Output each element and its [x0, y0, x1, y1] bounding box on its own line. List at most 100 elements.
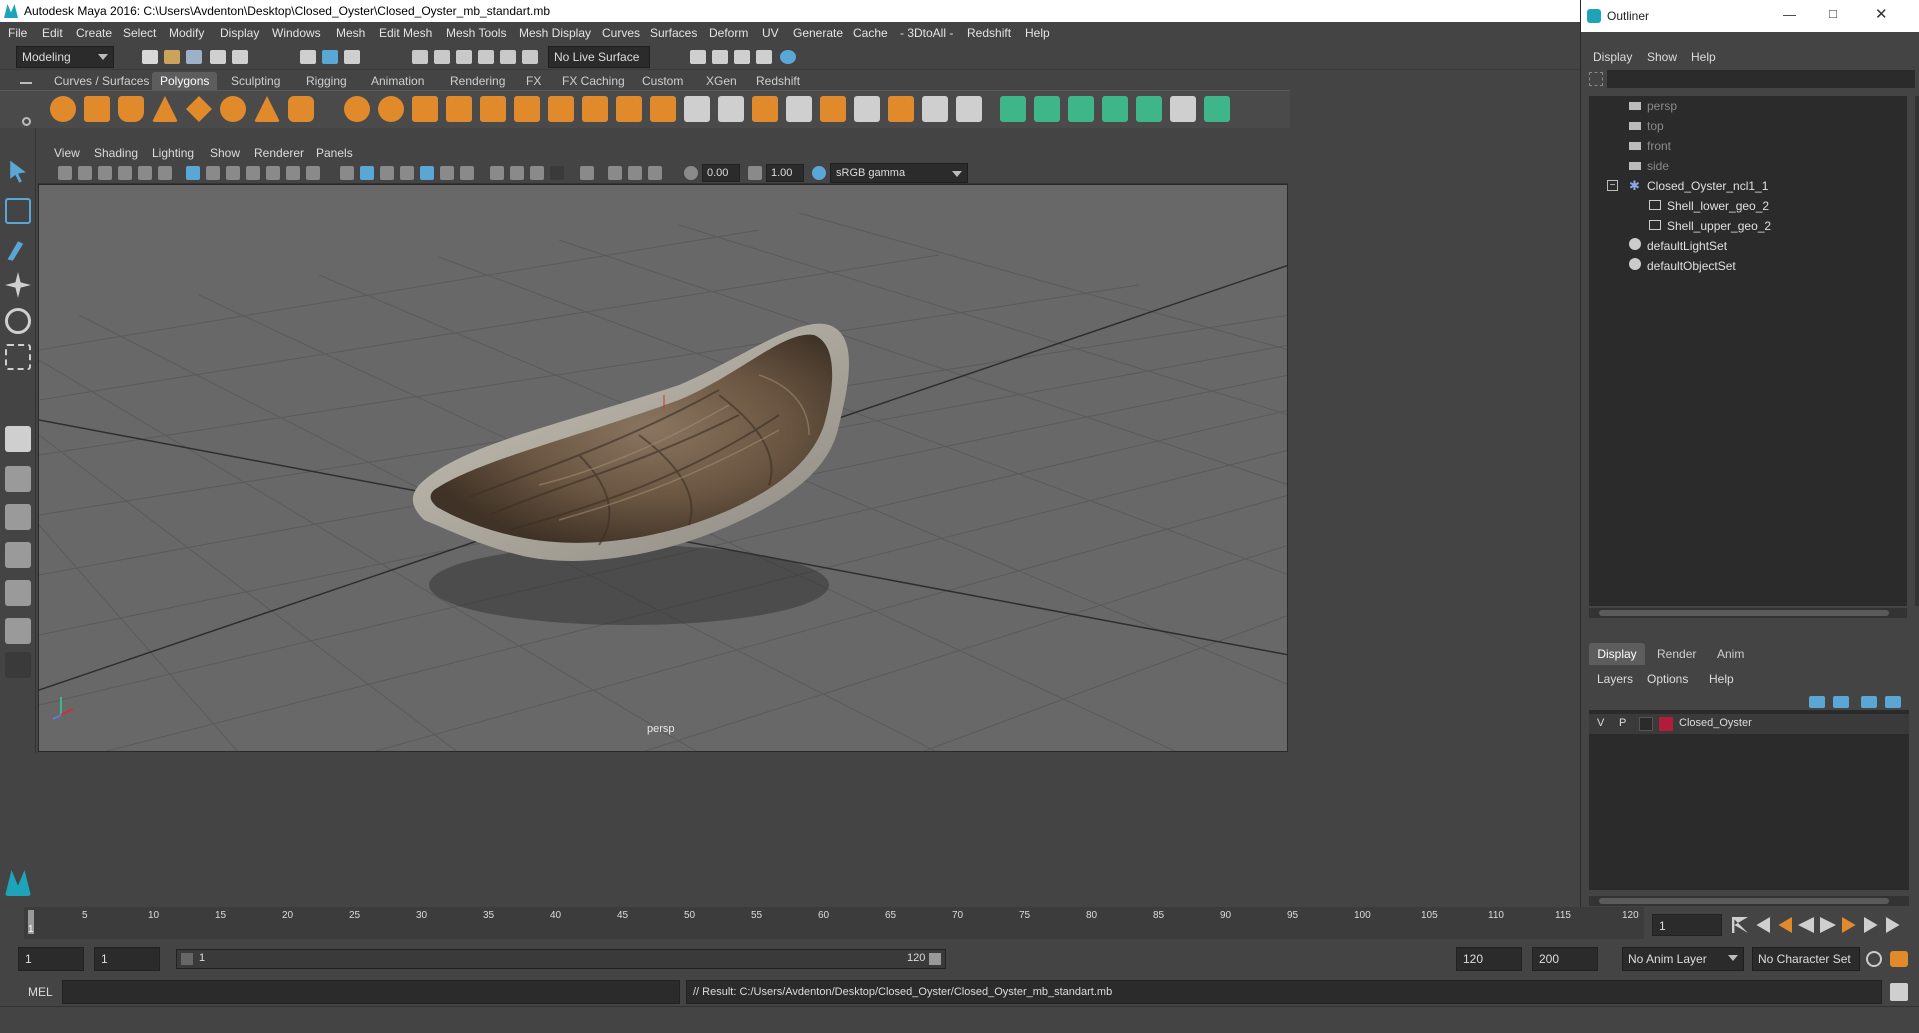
step-forward-key-icon[interactable] — [1864, 917, 1878, 933]
exposure-icon[interactable] — [684, 166, 698, 180]
live-surface-field[interactable]: No Live Surface — [548, 46, 650, 68]
step-back-frame-icon[interactable] — [1778, 917, 1792, 933]
layer-menu-layers[interactable]: Layers — [1597, 672, 1633, 686]
poke-icon[interactable] — [922, 96, 948, 122]
shadows-icon[interactable] — [460, 166, 474, 180]
redo-icon[interactable] — [232, 50, 248, 64]
tab-anim[interactable]: Anim — [1717, 643, 1744, 665]
multi-cut-icon[interactable] — [718, 96, 744, 122]
menu-curves[interactable]: Curves — [602, 26, 640, 40]
safe-title-icon[interactable] — [306, 166, 320, 180]
go-to-start-icon[interactable] — [1732, 917, 1748, 933]
extract-icon[interactable] — [412, 96, 438, 122]
menu-display[interactable]: Display — [220, 26, 259, 40]
snap-grid-icon[interactable] — [412, 50, 428, 64]
time-ruler[interactable] — [24, 907, 1644, 939]
play-backward-icon[interactable] — [1798, 917, 1814, 933]
menu-mesh[interactable]: Mesh — [336, 26, 365, 40]
outliner-vscrollbar[interactable] — [1915, 96, 1919, 606]
gate-mask-icon[interactable] — [246, 166, 260, 180]
menu-select[interactable]: Select — [123, 26, 156, 40]
field-chart-icon[interactable] — [266, 166, 280, 180]
depth-of-field-icon[interactable] — [550, 166, 564, 180]
range-slider[interactable]: 1 120 — [176, 949, 946, 969]
menu-file[interactable]: File — [8, 26, 27, 40]
menu-cache[interactable]: Cache — [853, 26, 888, 40]
image-plane-icon[interactable] — [118, 166, 132, 180]
command-input[interactable] — [62, 980, 680, 1004]
range-handle-start[interactable] — [181, 953, 193, 965]
shelf-tab-redshift[interactable]: Redshift — [748, 72, 808, 90]
resolution-gate-icon[interactable] — [226, 166, 240, 180]
filter-icon[interactable] — [1589, 72, 1603, 86]
save-scene-icon[interactable] — [186, 50, 202, 64]
anim-layer-dropdown[interactable]: No Anim Layer — [1622, 947, 1744, 971]
outliner-item-persp[interactable]: persp — [1629, 96, 1677, 116]
menu-edit-mesh[interactable]: Edit Mesh — [379, 26, 432, 40]
open-scene-icon[interactable] — [164, 50, 180, 64]
isolate-select-icon[interactable] — [580, 166, 594, 180]
menu-edit[interactable]: Edit — [42, 26, 63, 40]
camera-attr-icon[interactable] — [78, 166, 92, 180]
select-component-icon[interactable] — [344, 50, 360, 64]
bridge-icon[interactable] — [582, 96, 608, 122]
play-forward-icon[interactable] — [1820, 917, 1836, 933]
outliner-hscrollbar[interactable] — [1589, 608, 1907, 618]
vp-menu-show[interactable]: Show — [210, 146, 240, 160]
outliner-search-field[interactable] — [1607, 70, 1915, 88]
step-back-key-icon[interactable] — [1756, 917, 1770, 933]
hypershade-icon[interactable] — [756, 50, 772, 64]
shelf-tab-fx-caching[interactable]: FX Caching — [554, 72, 633, 90]
scrollbar-thumb[interactable] — [1599, 610, 1889, 616]
poly-pipe-icon[interactable] — [288, 96, 314, 122]
boolean-icon[interactable] — [480, 96, 506, 122]
menu-deform[interactable]: Deform — [709, 26, 748, 40]
menu-modify[interactable]: Modify — [169, 26, 204, 40]
anim-end-field[interactable]: 200 — [1532, 947, 1598, 971]
planar-map-icon[interactable] — [1000, 96, 1026, 122]
use-lights-icon[interactable] — [440, 166, 454, 180]
shelf-settings-icon[interactable] — [22, 117, 31, 126]
poly-torus-icon[interactable] — [220, 96, 246, 122]
cut-uv-icon[interactable] — [1204, 96, 1230, 122]
ipr-render-icon[interactable] — [712, 50, 728, 64]
step-forward-frame-icon[interactable] — [1842, 917, 1856, 933]
xray-components-icon[interactable] — [648, 166, 662, 180]
layer-visibility-toggle[interactable]: V — [1597, 717, 1604, 729]
outliner-item-default-light-set[interactable]: defaultLightSet — [1629, 236, 1727, 256]
shelf-menu-icon[interactable] — [20, 82, 32, 84]
vp-menu-lighting[interactable]: Lighting — [152, 146, 194, 160]
outliner-item-front[interactable]: front — [1629, 136, 1671, 156]
xray-joints-icon[interactable] — [628, 166, 642, 180]
separate-icon[interactable] — [378, 96, 404, 122]
vp-menu-shading[interactable]: Shading — [94, 146, 138, 160]
vp-menu-view[interactable]: View — [54, 146, 80, 160]
layout-single-icon[interactable] — [5, 426, 31, 452]
checker-icon[interactable] — [1170, 96, 1196, 122]
anim-start-field[interactable]: 1 — [18, 947, 84, 971]
layout-outliner-icon[interactable] — [5, 542, 31, 568]
menu-3dtoall[interactable]: - 3DtoAll - — [900, 26, 953, 40]
auto-map-icon[interactable] — [1102, 96, 1128, 122]
default-material-icon[interactable] — [380, 166, 394, 180]
layout-graph-icon[interactable] — [5, 580, 31, 606]
camera-select-icon[interactable] — [58, 166, 72, 180]
smooth-shade-icon[interactable] — [360, 166, 374, 180]
cylindrical-map-icon[interactable] — [1034, 96, 1060, 122]
layer-reference-toggle[interactable] — [1639, 717, 1653, 731]
shelf-tab-polygons[interactable]: Polygons — [152, 72, 218, 90]
menu-windows[interactable]: Windows — [272, 26, 321, 40]
shelf-tab-sculpting[interactable]: Sculpting — [223, 72, 288, 90]
menu-mesh-tools[interactable]: Mesh Tools — [446, 26, 506, 40]
outliner-item-shell-upper[interactable]: Shell_upper_geo_2 — [1649, 216, 1771, 236]
undo-icon[interactable] — [210, 50, 226, 64]
render-view-icon[interactable] — [780, 50, 796, 64]
outliner-item-closed-oyster[interactable]: ✱ Closed_Oyster_ncl1_1 — [1629, 176, 1768, 196]
render-frame-icon[interactable] — [690, 50, 706, 64]
layer-row[interactable]: V P Closed_Oyster — [1589, 714, 1909, 734]
new-layer-selected-icon[interactable] — [1885, 696, 1901, 708]
layer-hscrollbar[interactable] — [1589, 896, 1909, 906]
fill-hole-icon[interactable] — [820, 96, 846, 122]
layer-playback-toggle[interactable]: P — [1619, 717, 1626, 729]
target-weld-icon[interactable] — [752, 96, 778, 122]
